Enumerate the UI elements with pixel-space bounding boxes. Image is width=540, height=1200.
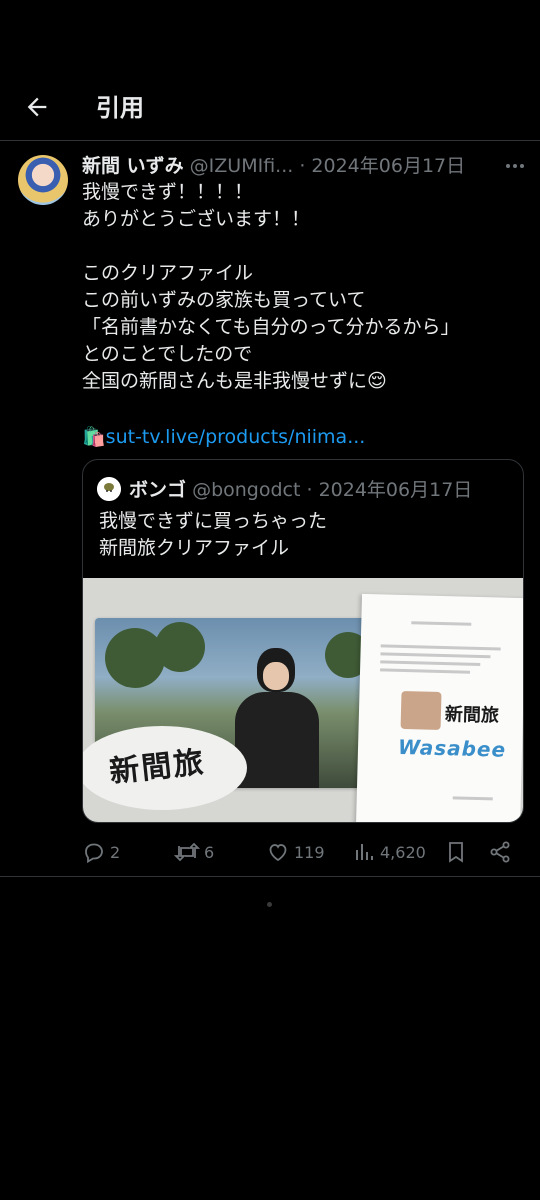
- share-icon: [490, 841, 510, 863]
- views-chart-icon: [356, 844, 373, 860]
- reply-button[interactable]: 2: [82, 837, 120, 867]
- quoted-author-name[interactable]: ボンゴ: [129, 479, 186, 501]
- avatar[interactable]: [18, 155, 68, 205]
- tweet-text-line: とのことでしたので: [82, 343, 253, 365]
- tweet-text-line: [82, 233, 522, 260]
- paper-brand: Wasabee: [397, 734, 507, 762]
- product-link-row: 🛍️sut-tv.live/products/niima...: [82, 425, 365, 448]
- share-button[interactable]: [488, 837, 512, 867]
- like-button[interactable]: 119: [266, 837, 325, 867]
- tweet-text: 我慢できず！！！！ ありがとうございます！！ このクリアファイル この前いずみの…: [82, 179, 522, 395]
- author-name[interactable]: 新間 いずみ: [82, 155, 184, 177]
- bongo-avatar-icon: [97, 477, 121, 501]
- retweet-icon: [174, 842, 200, 862]
- enclosed-paper: 新間旅 Wasabee: [355, 593, 523, 822]
- tweet-text-line: ありがとうございます！！: [82, 208, 311, 230]
- paper-photo: [400, 690, 442, 730]
- tweet[interactable]: 新間 いずみ @IZUMIfi... · 2024年06月17日 我慢できず！！…: [0, 141, 540, 877]
- quoted-meta: ボンゴ @bongodct · 2024年06月17日: [129, 475, 472, 502]
- reply-icon: [85, 843, 103, 864]
- top-bar: 引用: [0, 70, 540, 141]
- tweet-text-line: この前いずみの家族も買っていて: [82, 289, 366, 311]
- quoted-author-handle[interactable]: @bongodct: [192, 479, 300, 501]
- arrow-left-icon: [27, 97, 47, 117]
- tweet-meta: 新間 いずみ @IZUMIfi... · 2024年06月17日: [82, 151, 502, 179]
- quoted-date[interactable]: 2024年06月17日: [319, 479, 473, 501]
- tweet-text-line: このクリアファイル: [82, 262, 254, 284]
- quoted-text-line: 我慢できずに買っちゃった: [99, 510, 328, 532]
- tweet-date[interactable]: 2024年06月17日: [311, 155, 465, 177]
- retweet-button[interactable]: 6: [174, 837, 214, 867]
- quoted-photo[interactable]: 新間旅 新間旅 Wasabee: [83, 578, 523, 822]
- tree-shape: [155, 622, 205, 672]
- person-figure: [235, 648, 319, 788]
- quoted-text-line: 新間旅クリアファイル: [99, 537, 290, 559]
- product-link[interactable]: sut-tv.live/products/niima...: [106, 426, 366, 448]
- author-handle[interactable]: @IZUMIfi...: [190, 155, 294, 177]
- back-button[interactable]: [20, 90, 54, 124]
- reply-count: 2: [110, 842, 121, 862]
- tweet-text-line: 「名前書かなくても自分のって分かるから」: [82, 316, 460, 338]
- clear-file-folder: 新間旅: [83, 618, 377, 810]
- quoted-text: 我慢できずに買っちゃった 新間旅クリアファイル: [99, 508, 327, 562]
- page-title: 引用: [96, 94, 144, 122]
- more-options-icon[interactable]: [503, 156, 527, 176]
- separator-dot: ·: [299, 155, 306, 177]
- like-count: 119: [294, 842, 325, 862]
- shopping-bag-icon: 🛍️: [82, 426, 106, 448]
- views-button[interactable]: 4,620: [354, 837, 426, 867]
- paper-logo: 新間旅: [444, 704, 500, 727]
- quoted-tweet[interactable]: ボンゴ @bongodct · 2024年06月17日 我慢できずに買っちゃった…: [82, 459, 524, 823]
- separator-dot: ·: [306, 479, 313, 501]
- bookmark-icon: [449, 842, 463, 863]
- tweet-text-line: 我慢できず！！！！: [82, 181, 254, 203]
- view-count: 4,620: [380, 842, 426, 862]
- retweet-count: 6: [204, 842, 215, 862]
- tweet-text-line: 全国の新間さんも是非我慢せずに😌: [82, 370, 387, 392]
- heart-icon: [269, 844, 287, 862]
- bookmark-button[interactable]: [446, 837, 466, 867]
- loading-dot: [267, 902, 272, 907]
- quoted-avatar[interactable]: [97, 477, 121, 501]
- action-bar: 2 6 119 4,620: [82, 837, 522, 867]
